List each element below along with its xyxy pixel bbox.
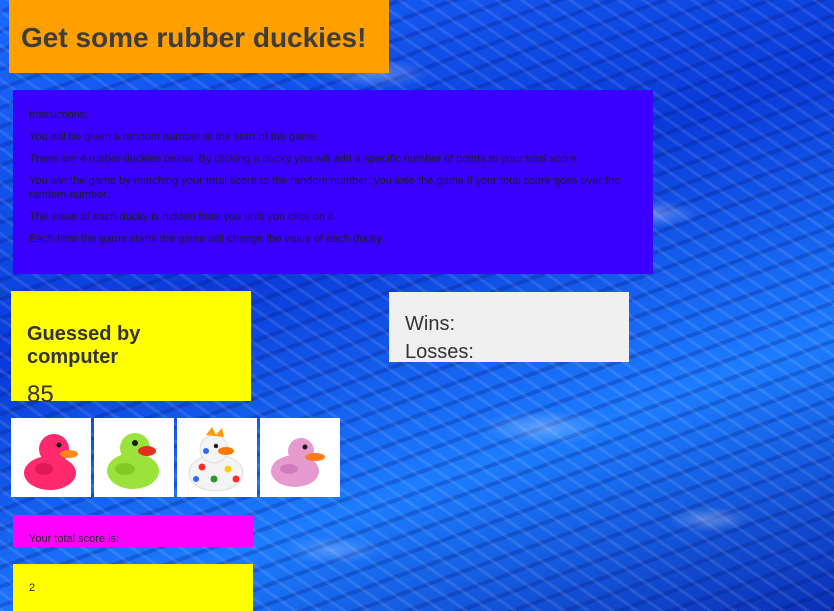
ducky-button-3[interactable] xyxy=(177,418,257,497)
instruction-line: The value of each ducky is hidden from y… xyxy=(29,211,337,223)
instructions-panel: Instructions: You will be given a random… xyxy=(13,90,653,274)
ducky-button-2[interactable] xyxy=(94,418,174,497)
wins-label: Wins: xyxy=(405,313,455,335)
green-rubber-duck-icon xyxy=(107,432,159,489)
instructions-heading: Instructions: xyxy=(29,109,89,121)
losses-label: Losses: xyxy=(405,341,474,363)
ducky-button-4[interactable] xyxy=(260,418,340,497)
computer-guess-panel: Guessed by computer 85 xyxy=(11,291,251,408)
instruction-line: You will be given a random number at the… xyxy=(29,131,320,143)
page-title: Get some rubber duckies! xyxy=(21,22,367,53)
total-score-label: Your total score is: xyxy=(29,533,120,545)
title-banner: Get some rubber duckies! xyxy=(9,0,389,73)
polka-dot-rubber-duck-icon xyxy=(182,422,252,493)
duckies-row xyxy=(11,418,340,498)
light-pink-rubber-duck-icon xyxy=(271,437,325,487)
instruction-line: Each time the game starts the game will … xyxy=(29,233,385,245)
win-loss-panel: Wins: Losses: xyxy=(389,292,629,363)
instruction-line: You win the game by matching your total … xyxy=(29,175,621,201)
pink-rubber-duck-icon xyxy=(24,433,78,490)
total-score-label-panel: Your total score is: xyxy=(13,515,253,547)
computer-guess-number: 85 xyxy=(27,381,54,408)
total-score-panel: 2 xyxy=(13,564,253,611)
instruction-line: There are 4 rubber duckies below. By cli… xyxy=(29,153,580,165)
total-score-value: 2 xyxy=(29,582,36,594)
ducky-button-1[interactable] xyxy=(11,418,91,497)
computer-guess-label: Guessed by computer xyxy=(27,323,141,368)
